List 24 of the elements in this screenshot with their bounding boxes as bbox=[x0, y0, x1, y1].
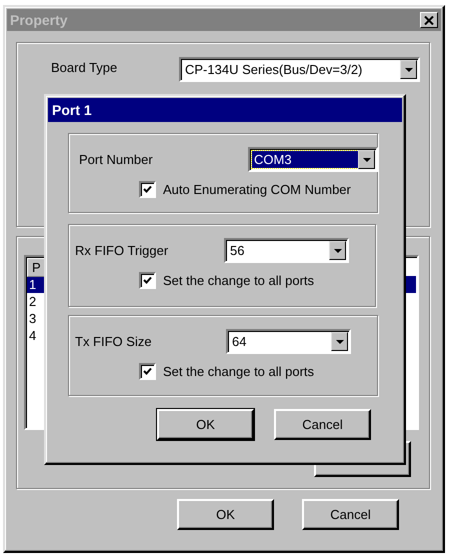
close-icon bbox=[424, 16, 434, 24]
checkbox-label[interactable]: Set the change to all ports bbox=[163, 364, 314, 379]
cancel-button[interactable]: Cancel bbox=[274, 409, 371, 440]
board-type-label: Board Type bbox=[51, 60, 118, 75]
checkbox-label[interactable]: Auto Enumerating COM Number bbox=[163, 182, 351, 197]
field-label: Tx FIFO Size bbox=[75, 334, 152, 349]
checkbox[interactable] bbox=[139, 181, 156, 198]
checkmark-icon bbox=[143, 185, 152, 194]
board-type-dropdown[interactable]: CP-134U Series(Bus/Dev=3/2) bbox=[179, 57, 420, 82]
dropdown[interactable]: COM3 bbox=[248, 147, 378, 172]
checkbox[interactable] bbox=[139, 363, 156, 380]
dialog-title: Port 1 bbox=[52, 102, 92, 118]
ok-button[interactable]: OK bbox=[157, 409, 254, 440]
checkmark-icon bbox=[143, 367, 152, 376]
dropdown[interactable]: 56 bbox=[224, 238, 349, 263]
field-label: Rx FIFO Trigger bbox=[75, 243, 168, 258]
dropdown[interactable]: 64 bbox=[226, 329, 351, 354]
window-title: Property bbox=[10, 12, 68, 28]
ok-button[interactable]: OK bbox=[177, 499, 274, 530]
checkmark-icon bbox=[143, 276, 152, 285]
cancel-button[interactable]: Cancel bbox=[302, 499, 399, 530]
checkbox[interactable] bbox=[139, 272, 156, 289]
checkbox-label[interactable]: Set the change to all ports bbox=[163, 273, 314, 288]
field-label: Port Number bbox=[79, 152, 153, 167]
